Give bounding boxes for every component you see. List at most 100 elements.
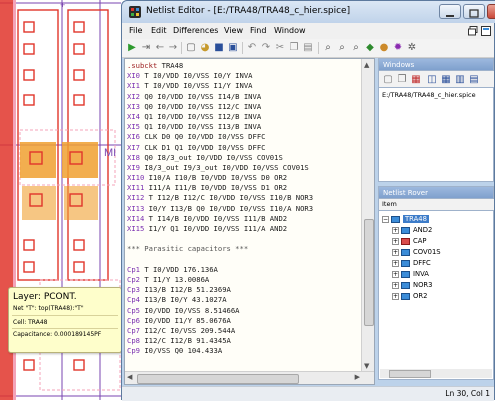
code-line[interactable]: Cp8 I12/C I12/B 91.4345A (127, 336, 360, 346)
code-line[interactable] (127, 234, 360, 244)
code-line[interactable]: Cp5 I0/VDD I0/VSS 8.51466A (127, 306, 360, 316)
grid-icon[interactable]: ▦ (440, 74, 452, 86)
menu-differences[interactable]: Differences (173, 26, 218, 35)
forward-arrow-icon[interactable]: → (167, 42, 179, 54)
code-area[interactable]: .subckt TRA48 XI0 T I0/VDD I0/VSS I0/Y IN… (127, 61, 360, 371)
scroll-up-icon[interactable]: ▲ (364, 61, 369, 69)
code-line[interactable]: Cp2 T I1/Y 13.0086A (127, 275, 360, 285)
code-line[interactable]: XI10 I10/A I10/B I0/VDD I0/VSS D0 OR2 (127, 173, 360, 183)
close-button[interactable] (487, 4, 495, 19)
split-icon[interactable]: ◫ (426, 74, 438, 86)
code-line[interactable]: Cp4 I13/B I0/Y 43.1027A (127, 295, 360, 305)
find-prev-icon[interactable]: ⌕ (350, 42, 362, 54)
code-line[interactable]: *** Parasitic capacitors *** (127, 244, 360, 254)
code-line[interactable]: Cp9 I0/VSS Q0 104.433A (127, 346, 360, 356)
columns-icon[interactable]: ▥ (454, 74, 466, 86)
cascade-icon[interactable]: ❐ (396, 74, 408, 86)
expand-icon[interactable]: + (392, 226, 399, 234)
step-icon[interactable]: ⇥ (140, 42, 152, 54)
extract-icon[interactable]: ✲ (406, 42, 418, 54)
scroll-down-icon[interactable]: ▼ (364, 362, 369, 370)
minimize-button[interactable] (439, 4, 461, 19)
redo-icon[interactable]: ↷ (260, 42, 272, 54)
menu-file[interactable]: File (129, 26, 142, 35)
menu-edit[interactable]: Edit (151, 26, 167, 35)
code-line[interactable]: XI14 T I14/B I0/VDD I0/VSS I11/B AND2 (127, 214, 360, 224)
find-icon[interactable]: ⌕ (322, 42, 334, 54)
tile-icon[interactable]: ▢ (382, 74, 394, 86)
save-icon[interactable]: ■ (213, 42, 225, 54)
restore-doc-icon[interactable] (468, 26, 478, 36)
expand-icon[interactable]: + (392, 270, 399, 278)
scroll-left-icon[interactable]: ◀ (127, 373, 132, 381)
scroll-right-icon[interactable]: ▶ (355, 373, 360, 381)
expand-icon[interactable]: + (392, 248, 399, 256)
copy-icon[interactable]: ❐ (288, 42, 300, 54)
open-folder-icon[interactable]: ◕ (199, 42, 211, 54)
cut-icon[interactable]: ✂ (274, 42, 286, 54)
tree-horizontal-scrollbar[interactable] (380, 369, 492, 378)
code-line[interactable]: XI13 I0/Y I13/B Q0 I0/VDD I0/VSS I10/A N… (127, 204, 360, 214)
code-line[interactable]: Cp6 I0/VDD I1/Y 85.0676A (127, 316, 360, 326)
code-text: Q1 I0/VDD I0/VSS I13/B INVA (144, 122, 262, 132)
tree-item-cov01s[interactable]: + COV01S (392, 248, 441, 256)
settings-gear-icon[interactable]: ✹ (392, 42, 404, 54)
tree-scroll-thumb[interactable] (389, 370, 431, 378)
tree-item-cap[interactable]: + CAP (392, 237, 427, 245)
menu-view[interactable]: View (224, 26, 243, 35)
netlist-rover-header[interactable]: Netlist Rover (378, 186, 494, 199)
code-line[interactable]: XI5 Q1 I0/VDD I0/VSS I13/B INVA (127, 122, 360, 132)
tree-root-tra48[interactable]: − TRA48 (382, 215, 429, 223)
tree-item-or2[interactable]: + OR2 (392, 292, 427, 300)
code-line[interactable]: .subckt TRA48 (127, 61, 360, 71)
menu-find[interactable]: Find (250, 26, 266, 35)
code-line[interactable]: XI7 CLK D1 Q1 I0/VDD I0/VSS DFFC (127, 143, 360, 153)
rows-icon[interactable]: ▤ (468, 74, 480, 86)
tree-item-inva[interactable]: + INVA (392, 270, 429, 278)
code-line[interactable]: XI3 Q0 I0/VDD I0/VSS I12/C INVA (127, 102, 360, 112)
run-icon[interactable]: ▶ (126, 42, 138, 54)
maximize-button[interactable] (463, 4, 485, 19)
tree-item-nor3[interactable]: + NOR3 (392, 281, 432, 289)
highlight-icon[interactable]: ● (378, 42, 390, 54)
save-all-icon[interactable]: ▣ (227, 42, 239, 54)
vertical-scroll-thumb[interactable] (364, 219, 374, 326)
code-line[interactable]: XI4 Q1 I0/VDD I0/VSS I12/B INVA (127, 112, 360, 122)
undo-icon[interactable]: ↶ (246, 42, 258, 54)
code-line[interactable]: XI9 I8/3_out I9/3_out I0/VDD I0/VSS COV0… (127, 163, 360, 173)
collapse-icon[interactable]: − (382, 215, 389, 223)
new-document-icon[interactable]: ▢ (185, 42, 197, 54)
back-arrow-icon[interactable]: ← (154, 42, 166, 54)
expand-icon[interactable]: + (392, 237, 399, 245)
compare-icon[interactable]: ▦ (410, 74, 422, 86)
expand-icon[interactable]: + (392, 292, 399, 300)
code-line[interactable]: XI12 T I12/B I12/C I0/VDD I0/VSS I10/B N… (127, 193, 360, 203)
code-line[interactable]: Cp7 I12/C I0/VSS 209.544A (127, 326, 360, 336)
code-line[interactable]: XI2 Q0 I0/VDD I0/VSS I14/B INVA (127, 92, 360, 102)
code-line[interactable] (127, 255, 360, 265)
horizontal-scrollbar[interactable]: ◀ ▶ (125, 371, 374, 384)
vertical-scrollbar[interactable]: ▲ ▼ (361, 59, 374, 372)
code-line[interactable]: Cp3 I13/B I12/B 51.2369A (127, 285, 360, 295)
tree-item-and2[interactable]: + AND2 (392, 226, 432, 234)
tree-item-dffc[interactable]: + DFFC (392, 259, 431, 267)
cross-probe-icon[interactable]: ◆ (364, 42, 376, 54)
paste-icon[interactable]: ▤ (302, 42, 314, 54)
code-line[interactable]: XI6 CLK D0 Q0 I0/VDD I0/VSS DFFC (127, 132, 360, 142)
code-line[interactable]: XI15 I1/Y Q1 I0/VDD I0/VSS I11/A AND2 (127, 224, 360, 234)
code-line[interactable]: XI8 Q0 I8/3_out I0/VDD I0/VSS COV01S (127, 153, 360, 163)
code-line[interactable]: Cp1 T I0/VDD 176.136A (127, 265, 360, 275)
code-line[interactable]: XI0 T I0/VDD I0/VSS I0/Y INVA (127, 71, 360, 81)
menu-window[interactable]: Window (274, 26, 306, 35)
doc-menu-icon[interactable] (481, 26, 491, 36)
window-entry[interactable]: E:/TRA48/TRA48_c_hier.spice (382, 91, 476, 99)
code-line[interactable]: XI1 T I0/VDD I0/VSS I1/Y INVA (127, 81, 360, 91)
windows-panel-header[interactable]: Windows (378, 58, 494, 71)
expand-icon[interactable]: + (392, 281, 399, 289)
horizontal-scroll-thumb[interactable] (137, 374, 299, 384)
find-next-icon[interactable]: ⌕ (336, 42, 348, 54)
title-bar[interactable]: Netlist Editor - [E:/TRA48/TRA48_c_hier.… (122, 1, 495, 23)
code-line[interactable]: XI11 I11/A I11/B I0/VDD I0/VSS D1 OR2 (127, 183, 360, 193)
netlist-text-editor[interactable]: .subckt TRA48 XI0 T I0/VDD I0/VSS I0/Y IN… (124, 58, 375, 385)
expand-icon[interactable]: + (392, 259, 399, 267)
